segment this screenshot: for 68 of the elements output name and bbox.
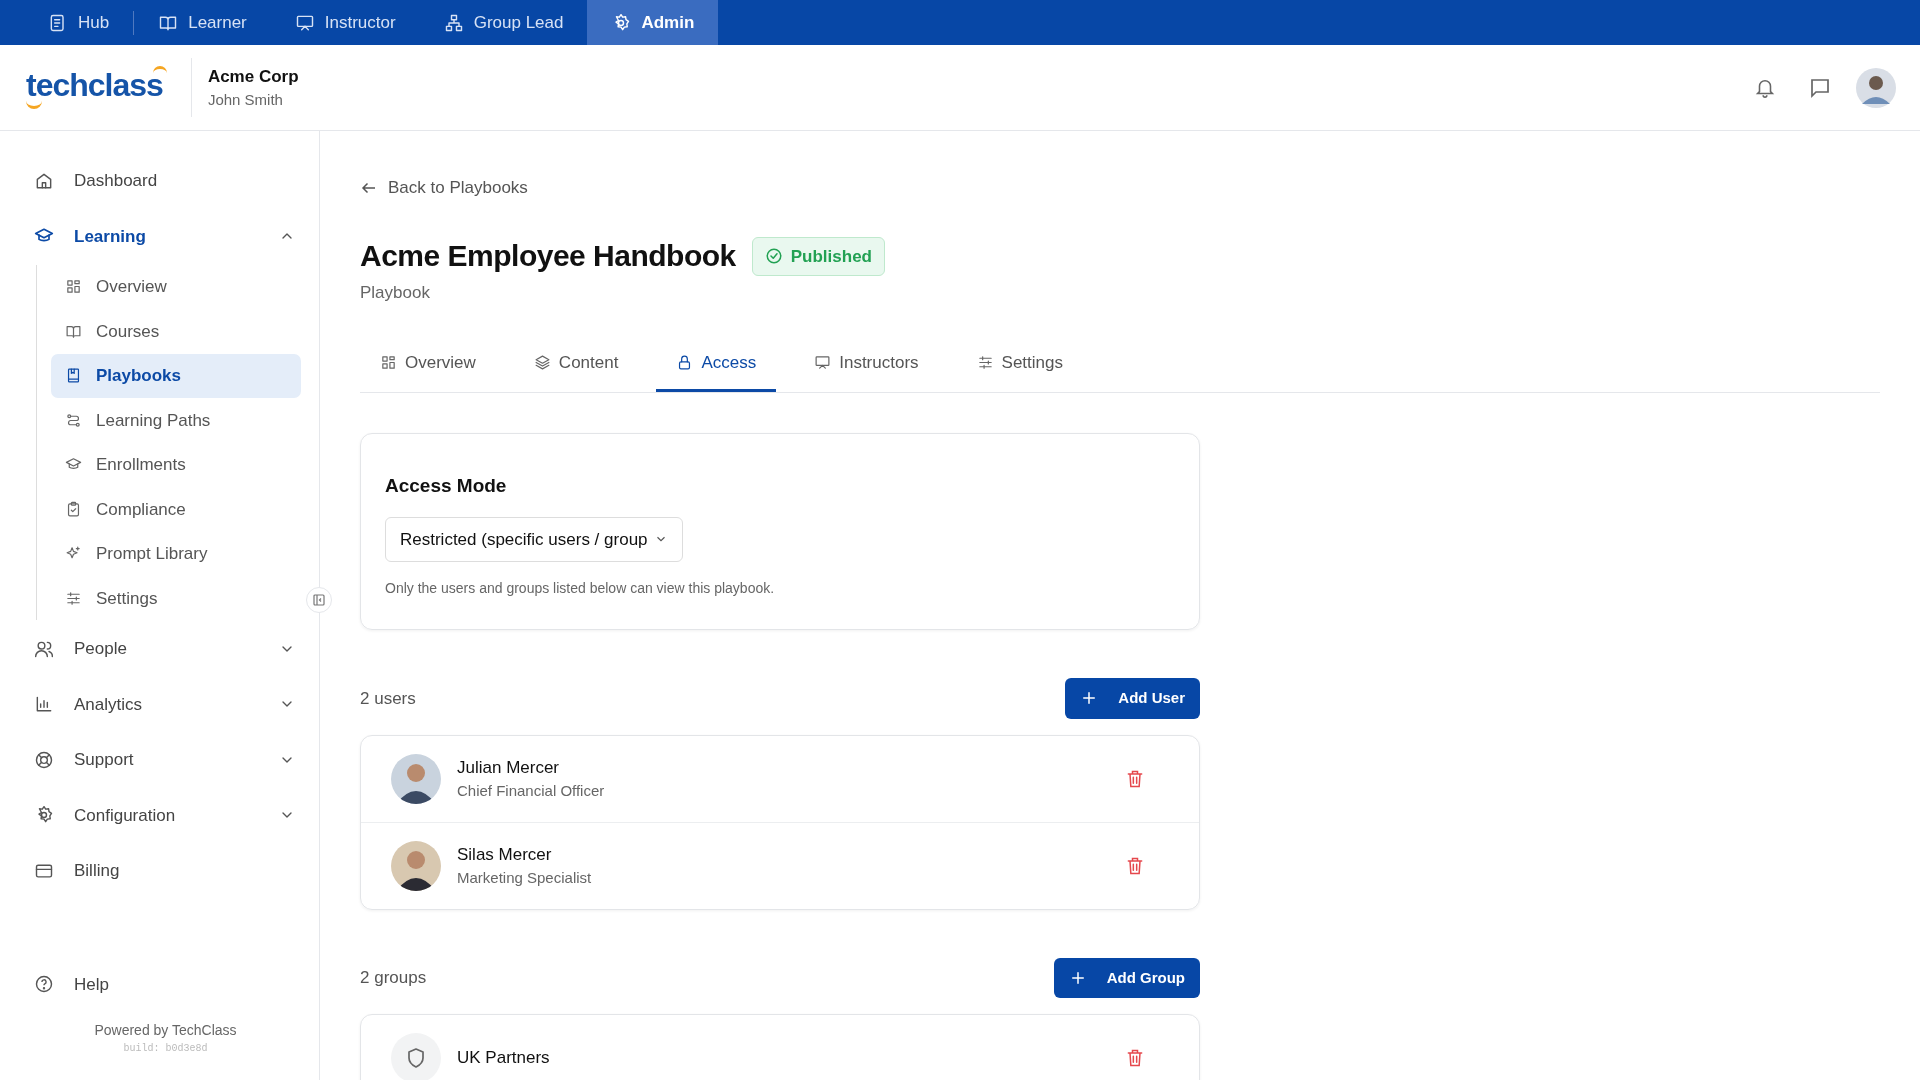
sidebar-item[interactable]: Configuration xyxy=(30,787,301,843)
top-nav-tab[interactable]: Hub xyxy=(24,0,134,45)
page-title: Acme Employee Handbook xyxy=(360,238,736,275)
tab[interactable]: Content xyxy=(513,337,639,392)
sidebar-subitem[interactable]: Courses xyxy=(51,309,301,353)
groups-count: 2 groups xyxy=(360,967,427,989)
organization-name: Acme Corp xyxy=(207,65,299,88)
sidebar-item[interactable]: Dashboard xyxy=(30,153,301,209)
users-count: 2 users xyxy=(360,687,416,710)
user-name: Silas Mercer xyxy=(457,843,553,866)
user-name: Julian Mercer xyxy=(457,756,561,779)
sidebar-subitem[interactable]: Learning Paths xyxy=(51,398,301,442)
tab[interactable]: Instructors xyxy=(794,337,939,392)
sliders-icon xyxy=(65,589,82,607)
user-name: John Smith xyxy=(207,90,284,110)
top-nav-tab[interactable]: Group Lead xyxy=(419,0,588,45)
sliders-icon xyxy=(976,353,994,371)
tab[interactable]: Settings xyxy=(956,337,1083,392)
user-avatar xyxy=(391,753,441,804)
user-role: Marketing Specialist xyxy=(457,868,592,888)
sidebar-item[interactable]: Billing xyxy=(30,843,301,899)
hierarchy-icon xyxy=(443,12,464,33)
user-role: Chief Financial Officer xyxy=(457,781,605,801)
sidebar-item[interactable]: Analytics xyxy=(30,676,301,732)
card-heading: Access Mode xyxy=(385,474,508,498)
sidebar-subitem[interactable]: Overview xyxy=(51,265,301,309)
user-avatar xyxy=(391,840,441,891)
sidebar-item[interactable]: Learning xyxy=(30,208,301,264)
user-avatar[interactable] xyxy=(1856,67,1896,108)
add-group-button[interactable]: Add Group xyxy=(1053,957,1200,998)
clipboard-check-icon xyxy=(65,500,82,518)
back-link[interactable]: Back to Playbooks xyxy=(360,175,1880,201)
sidebar-subitem[interactable]: Settings xyxy=(51,576,301,620)
delete-icon[interactable] xyxy=(1125,855,1145,876)
sidebar-toggle-icon xyxy=(313,594,325,606)
build-label: build: b0d3e8d xyxy=(122,1042,209,1056)
tab[interactable]: Overview xyxy=(360,337,496,392)
logo: techclass xyxy=(24,65,167,110)
status-badge: Published xyxy=(751,236,885,276)
presentation-icon xyxy=(814,353,832,371)
tab[interactable]: Access xyxy=(656,337,777,392)
sidebar-item[interactable]: Support xyxy=(30,732,301,788)
page-subtitle: Playbook xyxy=(360,282,431,304)
lifebuoy-icon xyxy=(34,749,54,770)
bookmark-book-icon xyxy=(65,367,82,385)
check-circle-icon xyxy=(764,247,783,266)
grid-icon xyxy=(380,353,397,371)
grid-icon xyxy=(65,278,82,296)
access-mode-select[interactable]: Restricted (specific users / group xyxy=(385,516,683,562)
powered-by-text: Powered by TechClass xyxy=(93,1021,238,1040)
sidebar-subitem[interactable]: Enrollments xyxy=(51,443,301,487)
sidebar-subitem[interactable]: Prompt Library xyxy=(51,532,301,576)
help-link[interactable]: Help xyxy=(30,956,301,1012)
add-user-button[interactable]: Add User xyxy=(1065,678,1200,719)
layers-icon xyxy=(533,353,551,371)
delete-icon[interactable] xyxy=(1125,1048,1145,1068)
sidebar-subitem[interactable]: Playbooks xyxy=(51,354,301,398)
sidebar-item[interactable]: People xyxy=(30,621,301,677)
help-icon xyxy=(34,974,54,995)
top-nav-tab[interactable]: Learner xyxy=(134,0,271,45)
collapse-sidebar-button[interactable] xyxy=(306,587,332,613)
delete-icon[interactable] xyxy=(1125,768,1145,789)
top-nav-tab[interactable]: Instructor xyxy=(270,0,420,45)
group-name: UK Partners xyxy=(457,1047,550,1070)
access-hint: Only the users and groups listed below can view this playbook. xyxy=(385,579,776,598)
top-nav-tab[interactable]: Admin xyxy=(587,0,719,45)
sidebar-subitem[interactable]: Compliance xyxy=(51,487,301,531)
route-icon xyxy=(65,411,82,429)
